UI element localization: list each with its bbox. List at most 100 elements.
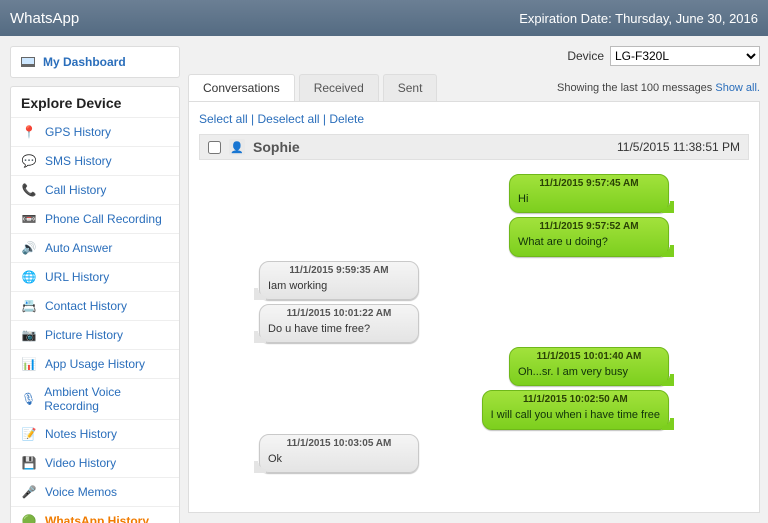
content-area: Device LG-F320L ConversationsReceivedSen… (188, 36, 768, 523)
page-title: WhatsApp (10, 10, 79, 27)
message-text: What are u doing? (518, 235, 660, 249)
delete-link[interactable]: Delete (329, 112, 364, 126)
call-history-icon: 📞 (21, 182, 37, 198)
contact-checkbox[interactable] (208, 141, 221, 154)
sidebar-item-label: SMS History (45, 154, 112, 168)
sidebar-item-ambient-voice-recording[interactable]: 🎙 Ambient Voice Recording (11, 378, 179, 419)
message-time: 11/1/2015 10:01:22 AM (268, 307, 410, 319)
sidebar-item-label: Ambient Voice Recording (44, 385, 169, 413)
outgoing-message: 11/1/2015 9:57:52 AM What are u doing? (509, 217, 669, 256)
sidebar-item-contact-history[interactable]: 📇 Contact History (11, 291, 179, 320)
incoming-message: 11/1/2015 9:59:35 AM Iam working (259, 261, 419, 300)
sidebar-item-label: Auto Answer (45, 241, 112, 255)
device-select[interactable]: LG-F320L (610, 46, 760, 66)
message-row: 11/1/2015 10:03:05 AM Ok (199, 434, 749, 473)
message-text: Do u have time free? (268, 322, 410, 336)
sidebar-item-label: GPS History (45, 125, 111, 139)
outgoing-message: 11/1/2015 9:57:45 AM Hi (509, 174, 669, 213)
my-dashboard-link[interactable]: My Dashboard (10, 46, 180, 78)
avatar-icon: 👤 (229, 139, 245, 155)
message-row: 11/1/2015 10:01:40 AM Oh...sr. I am very … (199, 347, 749, 386)
message-time: 11/1/2015 9:59:35 AM (268, 264, 410, 276)
sidebar-item-label: Video History (45, 456, 116, 470)
expiration-date: Expiration Date: Thursday, June 30, 2016 (519, 11, 758, 26)
my-dashboard-label: My Dashboard (43, 55, 126, 69)
tab-received[interactable]: Received (299, 74, 379, 101)
message-row: 11/1/2015 9:57:45 AM Hi (199, 174, 749, 213)
message-row: 11/1/2015 10:02:50 AM I will call you whe… (199, 390, 749, 429)
sidebar-item-label: Voice Memos (45, 485, 117, 499)
selection-toolbar: Select all | Deselect all | Delete (199, 112, 749, 126)
message-text: Oh...sr. I am very busy (518, 365, 660, 379)
phone-call-recording-icon: 📼 (21, 211, 37, 227)
message-row: 11/1/2015 9:57:52 AM What are u doing? (199, 217, 749, 256)
message-text: Ok (268, 452, 410, 466)
sidebar-item-label: Call History (45, 183, 106, 197)
message-time: 11/1/2015 10:03:05 AM (268, 437, 410, 449)
device-label: Device (567, 49, 604, 63)
sidebar-item-gps-history[interactable]: 📍 GPS History (11, 117, 179, 146)
message-text: Iam working (268, 279, 410, 293)
sidebar-item-label: URL History (45, 270, 109, 284)
sidebar-item-video-history[interactable]: 💾 Video History (11, 448, 179, 477)
sidebar-item-label: Notes History (45, 427, 117, 441)
sidebar-item-label: WhatsApp History (45, 514, 149, 523)
tab-sent[interactable]: Sent (383, 74, 438, 101)
sidebar-item-whatsapp-history[interactable]: 🟢 WhatsApp History (11, 506, 179, 523)
url-history-icon: 🌐 (21, 269, 37, 285)
incoming-message: 11/1/2015 10:03:05 AM Ok (259, 434, 419, 473)
gps-history-icon: 📍 (21, 124, 37, 140)
voice-memos-icon: 🎤 (21, 484, 37, 500)
outgoing-message: 11/1/2015 10:02:50 AM I will call you whe… (482, 390, 669, 429)
chat-panel: Select all | Deselect all | Delete 👤 Sop… (188, 101, 760, 513)
show-all-link[interactable]: Show all. (715, 82, 760, 94)
tab-conversations[interactable]: Conversations (188, 74, 295, 101)
contact-timestamp: 11/5/2015 11:38:51 PM (617, 140, 740, 154)
sidebar-item-picture-history[interactable]: 📷 Picture History (11, 320, 179, 349)
contact-name: Sophie (253, 139, 609, 155)
sidebar-item-label: Phone Call Recording (45, 212, 162, 226)
sidebar-item-notes-history[interactable]: 📝 Notes History (11, 419, 179, 448)
whatsapp-history-icon: 🟢 (21, 513, 37, 523)
monitor-icon (21, 57, 35, 67)
message-time: 11/1/2015 10:02:50 AM (491, 393, 660, 405)
contact-history-icon: 📇 (21, 298, 37, 314)
tabs: ConversationsReceivedSent (188, 74, 437, 101)
message-time: 11/1/2015 9:57:52 AM (518, 220, 660, 232)
video-history-icon: 💾 (21, 455, 37, 471)
sidebar-item-phone-call-recording[interactable]: 📼 Phone Call Recording (11, 204, 179, 233)
select-all-link[interactable]: Select all (199, 112, 248, 126)
showing-summary: Showing the last 100 messages Show all. (557, 82, 760, 94)
auto-answer-icon: 🔊 (21, 240, 37, 256)
outgoing-message: 11/1/2015 10:01:40 AM Oh...sr. I am very … (509, 347, 669, 386)
sidebar-item-label: App Usage History (45, 357, 145, 371)
top-bar: WhatsApp Expiration Date: Thursday, June… (0, 0, 768, 36)
sidebar-item-sms-history[interactable]: 💬 SMS History (11, 146, 179, 175)
ambient-voice-recording-icon: 🎙 (21, 391, 36, 407)
message-text: Hi (518, 192, 660, 206)
picture-history-icon: 📷 (21, 327, 37, 343)
sidebar-item-app-usage-history[interactable]: 📊 App Usage History (11, 349, 179, 378)
sidebar-item-url-history[interactable]: 🌐 URL History (11, 262, 179, 291)
explore-device-panel: Explore Device 📍 GPS History 💬 SMS History 📞… (10, 86, 180, 523)
message-time: 11/1/2015 10:01:40 AM (518, 350, 660, 362)
notes-history-icon: 📝 (21, 426, 37, 442)
message-row: 11/1/2015 10:01:22 AM Do u have time free… (199, 304, 749, 343)
sidebar-item-label: Picture History (45, 328, 123, 342)
showing-text: Showing the last 100 messages (557, 82, 715, 94)
sidebar: My Dashboard Explore Device 📍 GPS History… (0, 36, 188, 523)
sidebar-item-auto-answer[interactable]: 🔊 Auto Answer (11, 233, 179, 262)
explore-device-heading: Explore Device (11, 87, 179, 117)
app-usage-history-icon: 📊 (21, 356, 37, 372)
incoming-message: 11/1/2015 10:01:22 AM Do u have time free… (259, 304, 419, 343)
message-thread: 11/1/2015 9:57:45 AM Hi 11/1/2015 9:57:52 … (199, 160, 749, 497)
sidebar-item-call-history[interactable]: 📞 Call History (11, 175, 179, 204)
message-text: I will call you when i have time free (491, 408, 660, 422)
sidebar-item-voice-memos[interactable]: 🎤 Voice Memos (11, 477, 179, 506)
sms-history-icon: 💬 (21, 153, 37, 169)
sidebar-item-label: Contact History (45, 299, 127, 313)
contact-header: 👤 Sophie 11/5/2015 11:38:51 PM (199, 134, 749, 160)
message-row: 11/1/2015 9:59:35 AM Iam working (199, 261, 749, 300)
message-time: 11/1/2015 9:57:45 AM (518, 177, 660, 189)
deselect-all-link[interactable]: Deselect all (258, 112, 320, 126)
